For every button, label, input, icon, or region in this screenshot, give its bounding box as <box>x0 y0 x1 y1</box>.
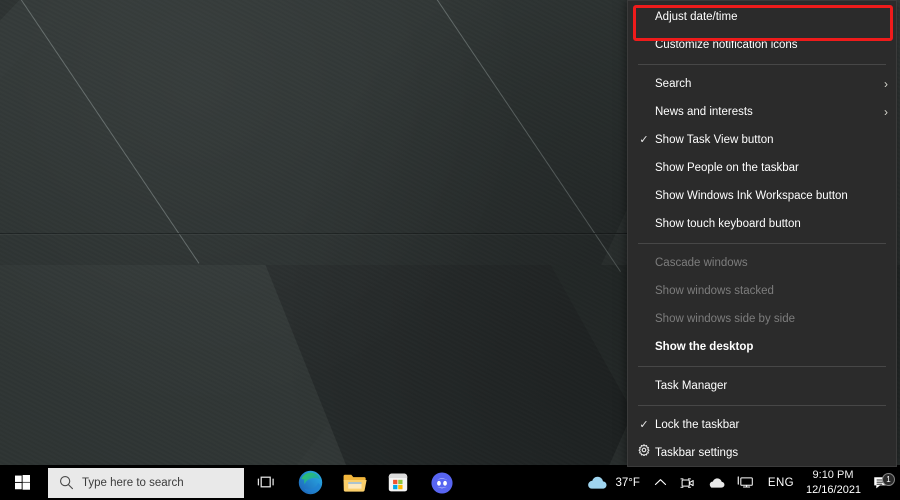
clock[interactable]: 9:10 PM 12/16/2021 <box>802 468 868 498</box>
menu-separator <box>638 366 886 367</box>
menu-item-task-manager[interactable]: Task Manager <box>628 372 896 400</box>
search-icon <box>59 475 74 490</box>
notification-badge: 1 <box>882 472 895 486</box>
menu-item-search[interactable]: Search › <box>628 70 896 98</box>
menu-item-label: Show People on the taskbar <box>655 162 799 174</box>
menu-item-label: Lock the taskbar <box>655 419 740 431</box>
menu-item-label: Show touch keyboard button <box>655 218 801 230</box>
menu-item-label: Show Windows Ink Workspace button <box>655 190 848 202</box>
discord-button[interactable] <box>420 465 464 500</box>
menu-item-lock-the-taskbar[interactable]: ✓ Lock the taskbar <box>628 411 896 439</box>
menu-item-label: Taskbar settings <box>655 447 739 459</box>
menu-item-cascade-windows: Cascade windows <box>628 249 896 277</box>
tray-overflow-button[interactable] <box>648 465 673 500</box>
network-button[interactable] <box>731 465 760 500</box>
microsoft-edge-button[interactable] <box>288 465 332 500</box>
file-explorer-button[interactable] <box>332 465 376 500</box>
gear-icon <box>638 444 650 457</box>
menu-item-show-people-on-the-taskbar[interactable]: Show People on the taskbar <box>628 154 896 182</box>
taskbar-context-menu[interactable]: Adjust date/time Customize notification i… <box>627 0 897 467</box>
menu-item-label: Show the desktop <box>655 341 754 353</box>
start-button[interactable] <box>0 465 45 500</box>
microsoft-store-icon <box>388 473 408 492</box>
menu-item-label: Show Task View button <box>655 134 774 146</box>
menu-item-customize-notification-icons[interactable]: Customize notification icons <box>628 31 896 59</box>
menu-item-label: Cascade windows <box>655 257 748 269</box>
microsoft-edge-icon <box>298 470 322 495</box>
system-tray[interactable]: 37°F ENG 9:10 PM 12/16/2021 1 <box>582 465 900 500</box>
microsoft-store-button[interactable] <box>376 465 420 500</box>
onedrive-button[interactable] <box>701 465 731 500</box>
menu-item-label: Task Manager <box>655 380 728 392</box>
menu-item-show-windows-side-by-side: Show windows side by side <box>628 305 896 333</box>
checkmark-icon: ✓ <box>639 134 649 146</box>
menu-item-label: Search <box>655 78 692 90</box>
menu-item-adjust-date-time[interactable]: Adjust date/time <box>628 3 896 31</box>
menu-item-show-touch-keyboard-button[interactable]: Show touch keyboard button <box>628 210 896 238</box>
menu-item-label: Show windows stacked <box>655 285 774 297</box>
file-explorer-icon <box>343 474 367 492</box>
chevron-right-icon: › <box>884 77 888 91</box>
menu-item-label: News and interests <box>655 106 753 118</box>
search-input[interactable]: Type here to search <box>48 467 244 498</box>
task-view-button[interactable] <box>244 465 288 500</box>
chevron-right-icon: › <box>884 105 888 119</box>
onedrive-icon <box>709 477 725 488</box>
meet-now-icon <box>680 477 694 488</box>
clock-time: 9:10 PM <box>812 468 854 481</box>
menu-item-show-the-desktop[interactable]: Show the desktop <box>628 333 896 361</box>
action-center-button[interactable]: 1 <box>868 472 898 491</box>
chevron-up-icon <box>654 479 666 486</box>
discord-icon <box>431 471 453 494</box>
windows-logo-icon <box>15 475 30 490</box>
menu-separator <box>638 243 886 244</box>
clock-date: 12/16/2021 <box>806 483 862 496</box>
menu-item-show-windows-stacked: Show windows stacked <box>628 277 896 305</box>
menu-item-label: Show windows side by side <box>655 313 795 325</box>
taskbar[interactable]: Type here to search 37°F ENG 9:10 PM 12/… <box>0 465 900 500</box>
menu-item-show-task-view-button[interactable]: ✓ Show Task View button <box>628 126 896 154</box>
menu-separator <box>638 64 886 65</box>
gear-icon <box>637 439 651 467</box>
checkmark-icon: ✓ <box>639 419 649 431</box>
cloud-icon <box>588 476 607 489</box>
network-icon <box>737 476 753 488</box>
menu-item-news-and-interests[interactable]: News and interests › <box>628 98 896 126</box>
language-indicator[interactable]: ENG <box>760 477 802 489</box>
meet-now-button[interactable] <box>673 465 701 500</box>
weather-temperature: 37°F <box>615 476 640 489</box>
menu-item-taskbar-settings[interactable]: Taskbar settings <box>628 439 896 467</box>
menu-item-show-windows-ink-workspace-button[interactable]: Show Windows Ink Workspace button <box>628 182 896 210</box>
menu-separator <box>638 405 886 406</box>
menu-item-label: Adjust date/time <box>655 11 738 23</box>
task-view-icon <box>257 476 274 487</box>
weather-widget[interactable]: 37°F <box>582 475 647 490</box>
search-placeholder: Type here to search <box>82 476 184 489</box>
menu-item-label: Customize notification icons <box>655 39 798 51</box>
